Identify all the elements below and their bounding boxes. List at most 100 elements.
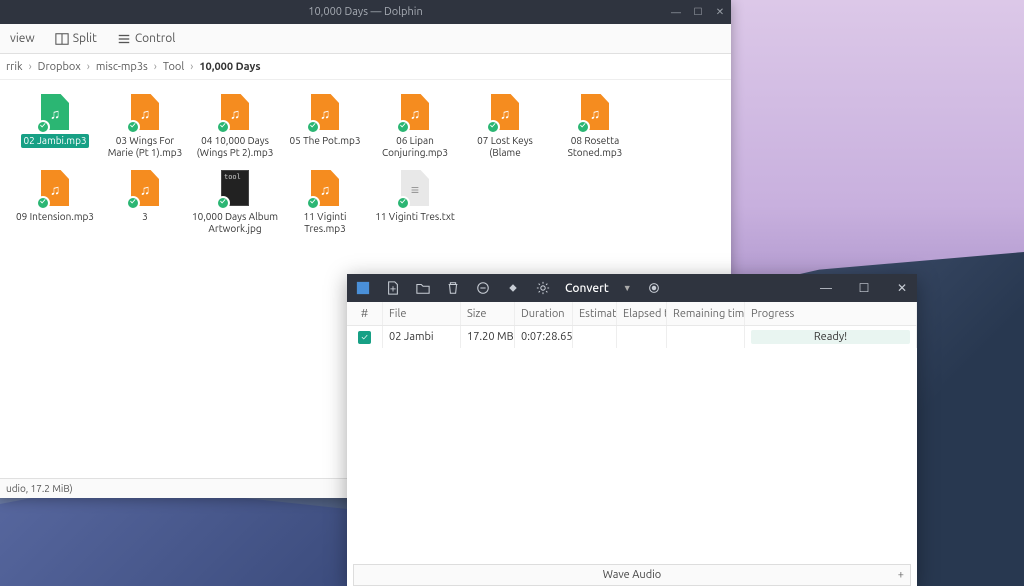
add-icon[interactable]: + bbox=[898, 569, 904, 581]
row-checkbox-cell[interactable]: ✓ bbox=[347, 326, 383, 348]
row-elapsed bbox=[617, 326, 667, 348]
new-file-icon[interactable] bbox=[385, 280, 401, 296]
col-file[interactable]: File bbox=[383, 302, 461, 325]
view-button[interactable]: view bbox=[6, 30, 39, 47]
trash-icon[interactable] bbox=[445, 280, 461, 296]
file-label: 07 Lost Keys (Blame Hofmann).mp3 bbox=[460, 134, 550, 158]
file-item[interactable]: 10,000 Days Album Artwork.jpg bbox=[190, 168, 280, 238]
breadcrumb: rrik › Dropbox › misc-mp3s › Tool › 10,0… bbox=[0, 54, 731, 80]
audio-file-icon bbox=[128, 94, 162, 132]
audio-file-icon bbox=[218, 94, 252, 132]
dolphin-title: 10,000 Days — Dolphin bbox=[0, 6, 731, 18]
file-item[interactable]: 09 Intension.mp3 bbox=[10, 168, 100, 238]
col-elapsed[interactable]: Elapsed t bbox=[617, 302, 667, 325]
clear-icon[interactable] bbox=[475, 280, 491, 296]
control-label: Control bbox=[135, 32, 176, 45]
file-item[interactable]: 11 Viginti Tres.mp3 bbox=[280, 168, 370, 238]
chevron-right-icon: › bbox=[154, 61, 157, 73]
maximize-button[interactable]: ☐ bbox=[857, 281, 871, 295]
sync-check-badge bbox=[396, 196, 410, 210]
file-item[interactable]: 04 10,000 Days (Wings Pt 2).mp3 bbox=[190, 92, 280, 162]
sync-check-badge bbox=[396, 120, 410, 134]
text-file-icon bbox=[398, 170, 432, 208]
col-duration[interactable]: Duration bbox=[515, 302, 573, 325]
convert-button[interactable]: Convert bbox=[565, 282, 609, 295]
converter-toolbar[interactable]: Convert ▼ — ☐ ✕ bbox=[347, 274, 917, 302]
audio-file-icon bbox=[398, 94, 432, 132]
sync-check-badge bbox=[216, 120, 230, 134]
breadcrumb-item[interactable]: Tool bbox=[163, 61, 184, 73]
file-label: 05 The Pot.mp3 bbox=[288, 134, 363, 148]
breadcrumb-current: 10,000 Days bbox=[199, 61, 260, 73]
breadcrumb-item[interactable]: Dropbox bbox=[38, 61, 81, 73]
table-header: # File Size Duration Estimate Elapsed t … bbox=[347, 302, 917, 326]
split-button[interactable]: Split bbox=[51, 30, 101, 48]
sync-check-badge bbox=[36, 120, 50, 134]
breadcrumb-item[interactable]: misc-mp3s bbox=[96, 61, 148, 73]
hamburger-icon bbox=[117, 32, 131, 46]
file-item[interactable]: 07 Lost Keys (Blame Hofmann).mp3 bbox=[460, 92, 550, 162]
audio-file-icon bbox=[308, 170, 342, 208]
sync-check-badge bbox=[306, 196, 320, 210]
control-button[interactable]: Control bbox=[113, 30, 180, 48]
row-estimate bbox=[573, 326, 617, 348]
table-row[interactable]: ✓ 02 Jambi17.20 MB0:07:28.65 Ready! bbox=[347, 326, 917, 348]
sync-check-badge bbox=[306, 120, 320, 134]
file-label: 02 Jambi.mp3 bbox=[21, 134, 88, 148]
close-button[interactable]: ✕ bbox=[713, 5, 727, 19]
file-label: 11 Viginti Tres.mp3 bbox=[280, 210, 370, 234]
status-text: udio, 17.2 MiB) bbox=[6, 483, 73, 494]
col-progress[interactable]: Progress bbox=[745, 302, 917, 325]
maximize-button[interactable]: ☐ bbox=[691, 5, 705, 19]
col-check[interactable]: # bbox=[347, 302, 383, 325]
gear-icon[interactable] bbox=[535, 280, 551, 296]
checkbox-checked-icon[interactable]: ✓ bbox=[358, 331, 371, 344]
col-estimate[interactable]: Estimate bbox=[573, 302, 617, 325]
sync-check-badge bbox=[126, 196, 140, 210]
split-icon bbox=[55, 32, 69, 46]
minimize-button[interactable]: — bbox=[819, 281, 833, 295]
minimize-button[interactable]: — bbox=[669, 5, 683, 19]
view-label: view bbox=[10, 32, 35, 45]
file-item[interactable]: 02 Jambi.mp3 bbox=[10, 92, 100, 162]
file-label: 08 Rosetta Stoned.mp3 bbox=[550, 134, 640, 158]
folder-icon[interactable] bbox=[415, 280, 431, 296]
row-progress: Ready! bbox=[745, 326, 917, 348]
output-format-label: Wave Audio bbox=[603, 569, 662, 581]
row-file: 02 Jambi bbox=[383, 326, 461, 348]
sync-check-badge bbox=[126, 120, 140, 134]
file-item[interactable]: 3 bbox=[100, 168, 190, 238]
chevron-right-icon: › bbox=[87, 61, 90, 73]
diamond-icon[interactable] bbox=[505, 280, 521, 296]
file-label: 06 Lipan Conjuring.mp3 bbox=[370, 134, 460, 158]
file-item[interactable]: 05 The Pot.mp3 bbox=[280, 92, 370, 162]
row-size: 17.20 MB bbox=[461, 326, 515, 348]
file-item[interactable]: 11 Viginti Tres.txt bbox=[370, 168, 460, 238]
row-remaining bbox=[667, 326, 745, 348]
image-file-icon bbox=[218, 170, 252, 208]
dolphin-titlebar[interactable]: 10,000 Days — Dolphin — ☐ ✕ bbox=[0, 0, 731, 24]
output-format-selector[interactable]: Wave Audio + bbox=[353, 564, 911, 586]
breadcrumb-item[interactable]: rrik bbox=[6, 61, 23, 73]
record-icon[interactable] bbox=[646, 280, 662, 296]
close-button[interactable]: ✕ bbox=[895, 281, 909, 295]
file-item[interactable]: 08 Rosetta Stoned.mp3 bbox=[550, 92, 640, 162]
audio-file-icon bbox=[488, 94, 522, 132]
file-grid[interactable]: 02 Jambi.mp3 03 Wings For Marie (Pt 1).mp… bbox=[0, 80, 731, 256]
file-item[interactable]: 06 Lipan Conjuring.mp3 bbox=[370, 92, 460, 162]
converter-window: Convert ▼ — ☐ ✕ # File Size Duration Est… bbox=[347, 274, 917, 586]
file-label: 10,000 Days Album Artwork.jpg bbox=[190, 210, 280, 234]
file-label: 11 Viginti Tres.txt bbox=[373, 210, 457, 224]
chevron-right-icon: › bbox=[190, 61, 193, 73]
audio-file-icon bbox=[128, 170, 162, 208]
row-duration: 0:07:28.65 bbox=[515, 326, 573, 348]
col-remaining[interactable]: Remaining time bbox=[667, 302, 745, 325]
convert-dropdown-icon[interactable]: ▼ bbox=[623, 283, 632, 293]
col-size[interactable]: Size bbox=[461, 302, 515, 325]
audio-file-icon bbox=[578, 94, 612, 132]
split-label: Split bbox=[73, 32, 97, 45]
file-item[interactable]: 03 Wings For Marie (Pt 1).mp3 bbox=[100, 92, 190, 162]
app-icon bbox=[355, 280, 371, 296]
file-label: 04 10,000 Days (Wings Pt 2).mp3 bbox=[190, 134, 280, 158]
table-body[interactable]: ✓ 02 Jambi17.20 MB0:07:28.65 Ready! bbox=[347, 326, 917, 556]
